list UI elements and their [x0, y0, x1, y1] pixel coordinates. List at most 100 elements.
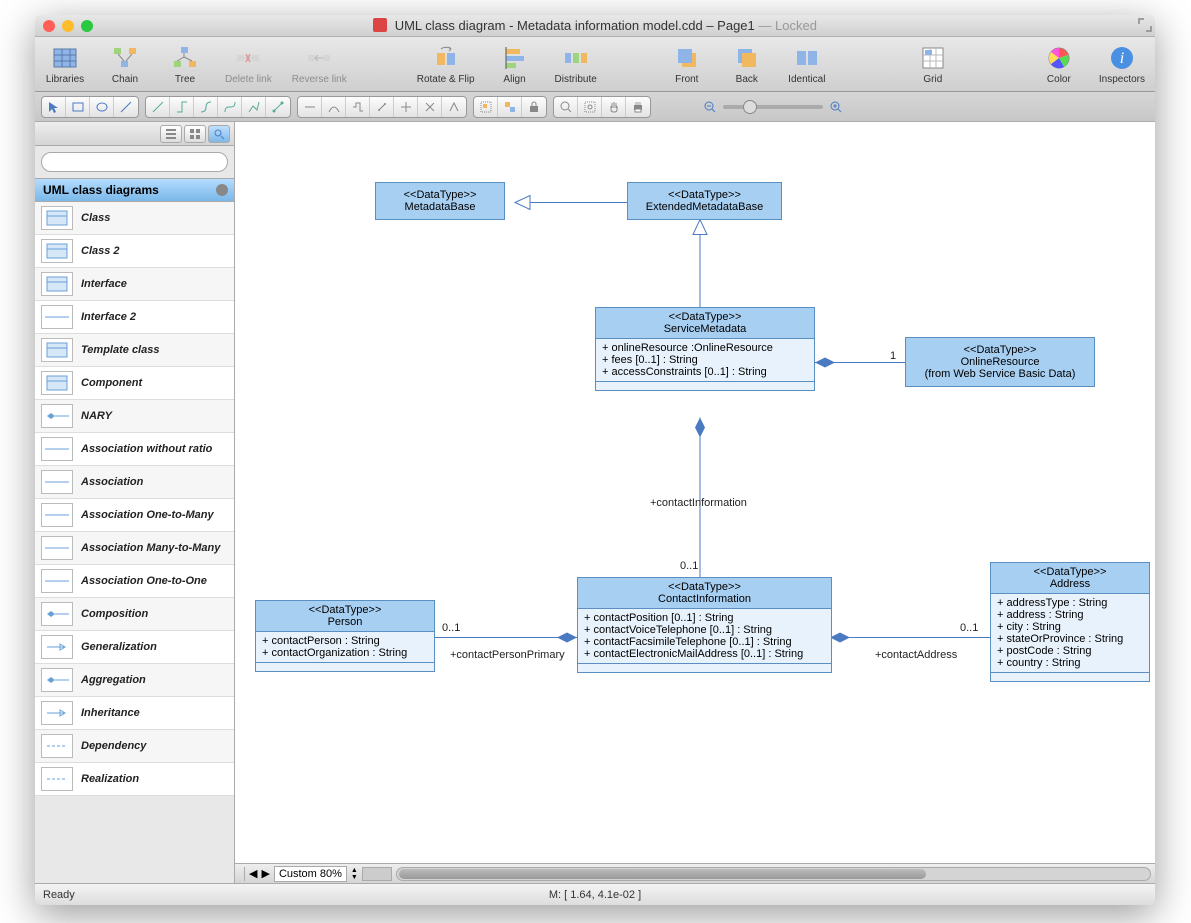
fullscreen-icon[interactable] [1138, 18, 1152, 32]
zoom-out-icon[interactable] [703, 100, 717, 114]
libraries-button[interactable]: Libraries [45, 44, 85, 85]
palette-item[interactable]: Dependency [35, 730, 234, 763]
palette-thumb [41, 701, 73, 725]
attr: + address : String [997, 609, 1143, 621]
class-ext-metadatabase[interactable]: <<DataType>> ExtendedMetadataBase [627, 182, 782, 220]
palette-item[interactable]: Component [35, 367, 234, 400]
sidetab-search[interactable] [208, 125, 230, 143]
palette-item[interactable]: Class 2 [35, 235, 234, 268]
color-icon [1045, 44, 1073, 72]
zoom-in-icon[interactable] [829, 100, 843, 114]
back-button[interactable]: Back [727, 44, 767, 85]
delete-link-button[interactable]: Delete link [225, 44, 272, 85]
distribute-button[interactable]: Distribute [555, 44, 597, 85]
pan-tool[interactable] [602, 97, 626, 117]
class-address[interactable]: <<DataType>>Address + addressType : Stri… [990, 562, 1150, 682]
delete-link-icon [234, 44, 262, 72]
palette-item[interactable]: Association One-to-Many [35, 499, 234, 532]
palette-item[interactable]: Inheritance [35, 697, 234, 730]
zoom-area-tool[interactable] [578, 97, 602, 117]
connector-4[interactable] [218, 97, 242, 117]
bottom-handle[interactable] [239, 867, 245, 881]
conn-label: +contactPersonPrimary [450, 649, 565, 661]
attr: + postCode : String [997, 645, 1143, 657]
path-4[interactable] [370, 97, 394, 117]
palette-thumb [41, 602, 73, 626]
page-next-icon[interactable]: ▶ [261, 867, 269, 880]
minimize-button[interactable] [62, 20, 74, 32]
connector-5[interactable] [242, 97, 266, 117]
zoom-track[interactable] [723, 105, 823, 109]
palette-item[interactable]: Association One-to-One [35, 565, 234, 598]
connector-3[interactable] [194, 97, 218, 117]
tree-button[interactable]: Tree [165, 44, 205, 85]
zoom-in-tool[interactable] [554, 97, 578, 117]
zoom-field[interactable]: Custom 80% [274, 866, 347, 882]
search-input[interactable] [41, 152, 228, 172]
path-5[interactable] [394, 97, 418, 117]
class-service-metadata[interactable]: <<DataType>>ServiceMetadata + onlineReso… [595, 307, 815, 391]
sidetab-grid[interactable] [184, 125, 206, 143]
print-tool[interactable] [626, 97, 650, 117]
reverse-link-button[interactable]: Reverse link [292, 44, 347, 85]
class-online-resource[interactable]: <<DataType>> OnlineResource (from Web Se… [905, 337, 1095, 387]
chain-button[interactable]: Chain [105, 44, 145, 85]
page-prev-icon[interactable]: ◀ [249, 867, 257, 880]
class-person[interactable]: <<DataType>>Person + contactPerson : Str… [255, 600, 435, 672]
zoom-stepper[interactable]: ▲▼ [351, 867, 358, 881]
group-tools [473, 96, 547, 118]
zoom-knob[interactable] [743, 100, 757, 114]
ungroup-tool[interactable] [498, 97, 522, 117]
palette-item[interactable]: Template class [35, 334, 234, 367]
palette-item[interactable]: Interface [35, 268, 234, 301]
color-button[interactable]: Color [1039, 44, 1079, 85]
palette-item[interactable]: Composition [35, 598, 234, 631]
path-7[interactable] [442, 97, 466, 117]
align-button[interactable]: Align [495, 44, 535, 85]
front-button[interactable]: Front [667, 44, 707, 85]
line-tool[interactable] [114, 97, 138, 117]
zoom-slider[interactable] [703, 100, 843, 114]
palette-item[interactable]: Association [35, 466, 234, 499]
path-2[interactable] [322, 97, 346, 117]
class-metadatabase[interactable]: <<DataType>> MetadataBase [375, 182, 505, 220]
rotate-flip-button[interactable]: Rotate & Flip [417, 44, 475, 85]
palette-item[interactable]: Class [35, 202, 234, 235]
identical-button[interactable]: Identical [787, 44, 827, 85]
path-1[interactable] [298, 97, 322, 117]
palette-close-icon[interactable] [216, 184, 228, 196]
inspectors-icon: i [1108, 44, 1136, 72]
toolbar-label: Tree [175, 74, 195, 85]
rect-tool[interactable] [66, 97, 90, 117]
lock-tool[interactable] [522, 97, 546, 117]
palette-item[interactable]: Aggregation [35, 664, 234, 697]
palette-title[interactable]: UML class diagrams [35, 178, 234, 202]
sidetab-list[interactable] [160, 125, 182, 143]
h-scroll-thumb[interactable] [399, 869, 926, 879]
pointer-tool[interactable] [42, 97, 66, 117]
group-tool[interactable] [474, 97, 498, 117]
palette-item[interactable]: Generalization [35, 631, 234, 664]
path-6[interactable] [418, 97, 442, 117]
attr: + fees [0..1] : String [602, 354, 808, 366]
ellipse-tool[interactable] [90, 97, 114, 117]
palette-item[interactable]: Realization [35, 763, 234, 796]
secondary-toolbar [35, 92, 1155, 122]
palette-item[interactable]: NARY [35, 400, 234, 433]
path-3[interactable] [346, 97, 370, 117]
palette-label: Interface [81, 278, 127, 290]
connector-2[interactable] [170, 97, 194, 117]
close-button[interactable] [43, 20, 55, 32]
h-scrollbar[interactable] [396, 867, 1151, 881]
connector-1[interactable] [146, 97, 170, 117]
palette-item[interactable]: Association without ratio [35, 433, 234, 466]
inspectors-button[interactable]: i Inspectors [1099, 44, 1145, 85]
palette-item[interactable]: Association Many-to-Many [35, 532, 234, 565]
grid-button[interactable]: Grid [913, 44, 953, 85]
palette-item[interactable]: Interface 2 [35, 301, 234, 334]
connector-6[interactable] [266, 97, 290, 117]
class-contact-info[interactable]: <<DataType>>ContactInformation + contact… [577, 577, 832, 673]
maximize-button[interactable] [81, 20, 93, 32]
canvas[interactable]: <<DataType>> MetadataBase <<DataType>> E… [235, 122, 1155, 883]
page-tabs[interactable] [362, 867, 392, 881]
